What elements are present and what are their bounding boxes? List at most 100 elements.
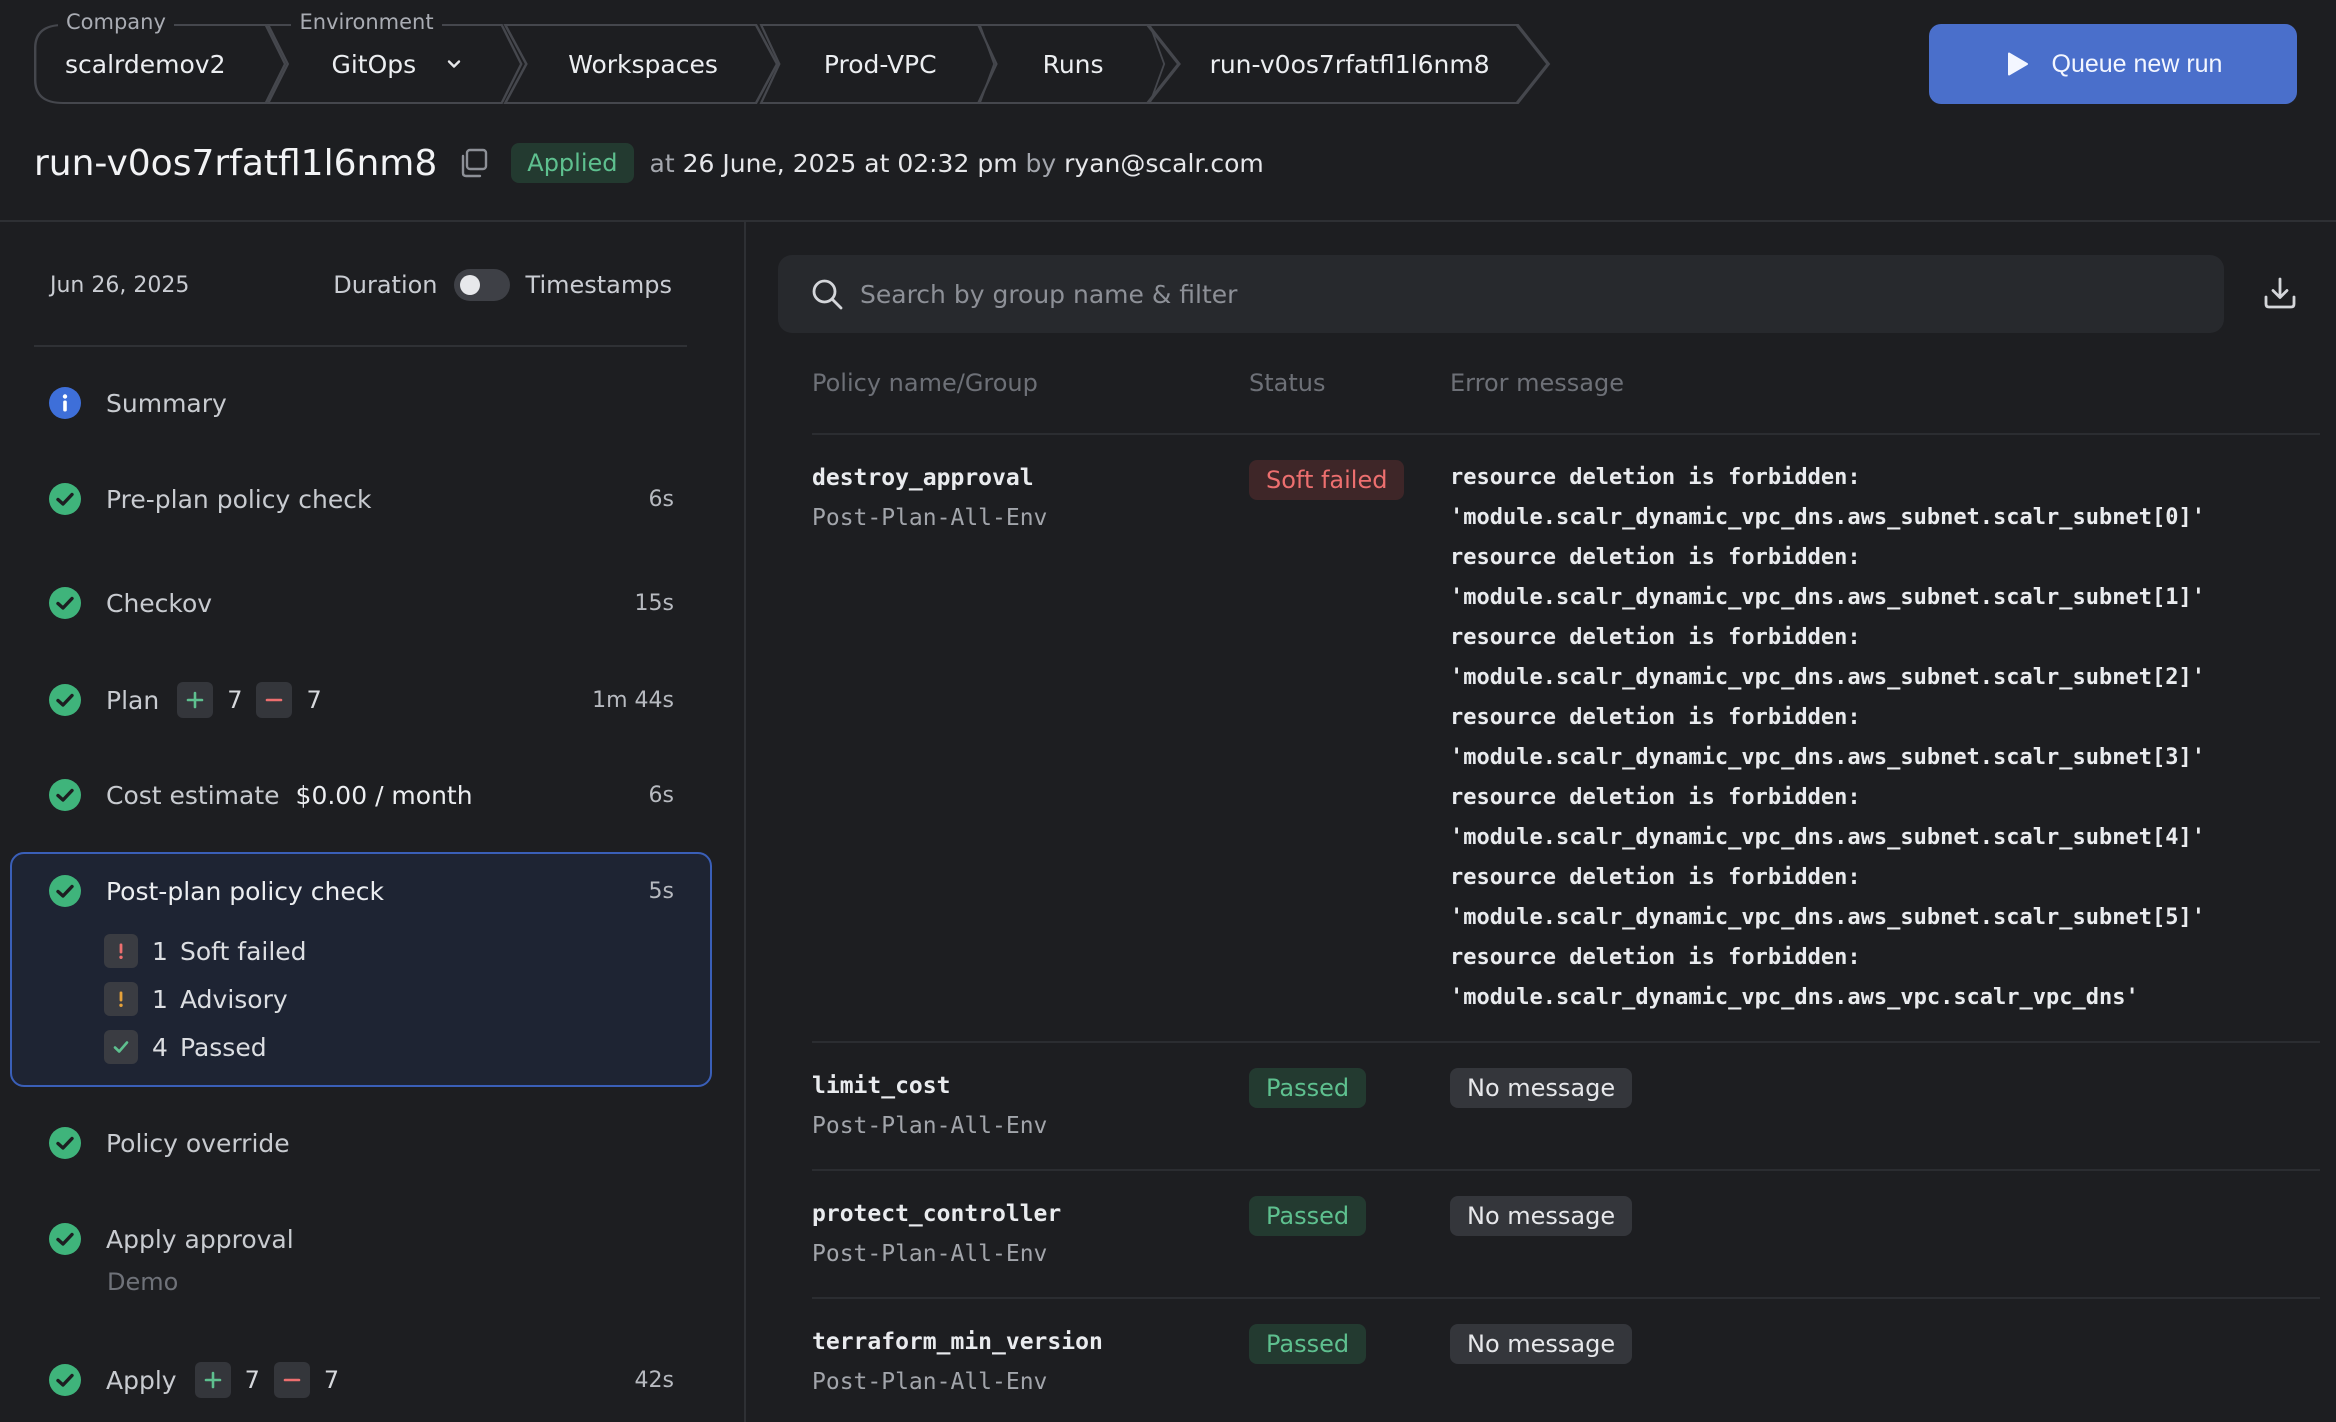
policy-summary-passed[interactable]: 4 Passed (104, 1030, 267, 1064)
soft-failed-box (104, 934, 138, 968)
breadcrumb-value: GitOps (331, 49, 417, 79)
step-name: Cost estimate (106, 780, 280, 810)
check-circle-icon (49, 1364, 81, 1396)
breadcrumb-workspace[interactable]: Prod-VPC (759, 24, 999, 104)
step-name: Summary (106, 388, 227, 418)
step-policy-override[interactable]: Policy override (48, 1126, 674, 1160)
policy-group: Post-Plan-All-Env (812, 1113, 1048, 1139)
chevron-down-icon[interactable] (446, 56, 462, 72)
policy-group: Post-Plan-All-Env (812, 1369, 1048, 1395)
timeline-header: Jun 26, 2025 Duration Timestamps (50, 265, 672, 305)
step-post-plan-policy-check[interactable]: Post-plan policy check 5s (48, 874, 674, 908)
column-header-status[interactable]: Status (1249, 369, 1325, 397)
minus-icon (283, 1378, 301, 1382)
run-header: run-v0os7rfatfl1l6nm8 Applied at 26 June… (34, 135, 1264, 191)
policy-name: destroy_approval (812, 465, 1034, 491)
by-label: by (1025, 148, 1057, 178)
header-divider (812, 433, 2320, 435)
status-badge: Passed (1249, 1068, 1367, 1108)
step-plan[interactable]: Plan 7 7 1m 44s (48, 682, 674, 718)
panel-divider (744, 222, 746, 1422)
policy-group: Post-Plan-All-Env (812, 1241, 1048, 1267)
error-line: 'module.scalr_dynamic_vpc_dns.aws_subnet… (1450, 745, 2205, 770)
step-name: Checkov (106, 588, 213, 618)
breadcrumb-company[interactable]: Company scalrdemov2 (34, 10, 287, 104)
search-input[interactable] (860, 279, 2160, 309)
step-duration: 1m 44s (592, 687, 674, 713)
destroy-count: 7 (306, 686, 322, 714)
destroy-count: 7 (323, 1366, 340, 1394)
step-checkov[interactable]: Checkov 15s (48, 586, 674, 620)
download-icon[interactable] (2262, 275, 2298, 311)
queue-new-run-label: Queue new run (2051, 49, 2223, 78)
step-cost-estimate[interactable]: Cost estimate $0.00 / month 6s (48, 778, 674, 812)
info-icon (49, 387, 81, 419)
breadcrumb-label: Environment (291, 10, 442, 34)
error-line: resource deletion is forbidden: (1450, 545, 1861, 570)
policy-summary-soft-failed[interactable]: 1 Soft failed (104, 934, 307, 968)
cost-value: $0.00 / month (295, 780, 473, 810)
step-duration: 15s (634, 590, 674, 616)
error-line: 'module.scalr_dynamic_vpc_dns.aws_vpc.sc… (1450, 985, 2139, 1010)
breadcrumb-run[interactable]: run-v0os7rfatfl1l6nm8 (1144, 24, 1552, 104)
minus-icon (266, 698, 283, 702)
step-name: Post-plan policy check (106, 876, 384, 906)
step-name: Apply (106, 1365, 177, 1395)
error-line: resource deletion is forbidden: (1450, 465, 1861, 490)
destroy-badge (273, 1362, 310, 1398)
summary-count: 1 (152, 984, 168, 1014)
step-summary[interactable]: Summary (48, 386, 674, 420)
step-apply[interactable]: Apply 7 7 42s (48, 1362, 674, 1398)
error-line: resource deletion is forbidden: (1450, 785, 1861, 810)
timeline-divider (34, 345, 687, 347)
error-line: 'module.scalr_dynamic_vpc_dns.aws_subnet… (1450, 585, 2205, 610)
check-circle-icon (49, 875, 81, 907)
exclamation-icon (119, 991, 123, 1007)
breadcrumb-value: scalrdemov2 (65, 49, 226, 79)
error-line: resource deletion is forbidden: (1450, 865, 1861, 890)
step-duration: 5s (648, 878, 674, 904)
error-message: No message (1450, 1068, 1633, 1108)
policy-summary-advisory[interactable]: 1 Advisory (104, 982, 288, 1016)
plan-changes: 7 7 (177, 682, 322, 718)
status-badge: Applied (511, 143, 634, 183)
breadcrumb-value: run-v0os7rfatfl1l6nm8 (1209, 49, 1490, 79)
step-duration: 6s (648, 782, 674, 808)
breadcrumb-workspaces[interactable]: Workspaces (503, 24, 780, 104)
error-line: 'module.scalr_dynamic_vpc_dns.aws_subnet… (1450, 505, 2205, 530)
check-circle-icon (49, 587, 81, 619)
search-icon (812, 279, 843, 310)
row-divider (812, 1297, 2320, 1299)
error-line: 'module.scalr_dynamic_vpc_dns.aws_subnet… (1450, 905, 2205, 930)
breadcrumb-value: Prod-VPC (823, 49, 937, 79)
duration-timestamps-toggle[interactable] (453, 269, 510, 301)
error-message: No message (1450, 1196, 1633, 1236)
summary-label: Soft failed (180, 936, 307, 966)
run-timestamp: 26 June, 2025 at 02:32 pm (682, 148, 1018, 178)
queue-new-run-button[interactable]: Queue new run (1929, 24, 2297, 104)
advisory-box (104, 982, 138, 1016)
column-header-policy[interactable]: Policy name/Group (812, 369, 1038, 397)
breadcrumb-label: Company (58, 10, 174, 34)
breadcrumb-value: Runs (1042, 49, 1104, 79)
error-line: 'module.scalr_dynamic_vpc_dns.aws_subnet… (1450, 665, 2205, 690)
step-apply-approval[interactable]: Apply approval (48, 1222, 674, 1256)
apply-changes: 7 7 (194, 1362, 340, 1398)
add-count: 7 (227, 686, 243, 714)
status-badge: Soft failed (1249, 460, 1405, 500)
step-pre-plan-policy-check[interactable]: Pre-plan policy check 6s (48, 482, 674, 516)
breadcrumb-environment[interactable]: Environment GitOps (266, 10, 524, 104)
summary-label: Advisory (180, 984, 288, 1014)
column-header-error[interactable]: Error message (1450, 369, 1624, 397)
duration-toggle-group: Duration Timestamps (333, 269, 672, 301)
summary-count: 4 (152, 1032, 168, 1062)
check-circle-icon (49, 684, 81, 716)
destroy-badge (256, 682, 293, 718)
check-circle-icon (49, 779, 81, 811)
toggle-left-label: Duration (333, 271, 438, 299)
exclamation-icon (119, 943, 123, 959)
copy-icon[interactable] (457, 146, 491, 180)
breadcrumb-runs[interactable]: Runs (978, 24, 1166, 104)
policy-group: Post-Plan-All-Env (812, 505, 1048, 531)
add-count: 7 (244, 1366, 260, 1394)
